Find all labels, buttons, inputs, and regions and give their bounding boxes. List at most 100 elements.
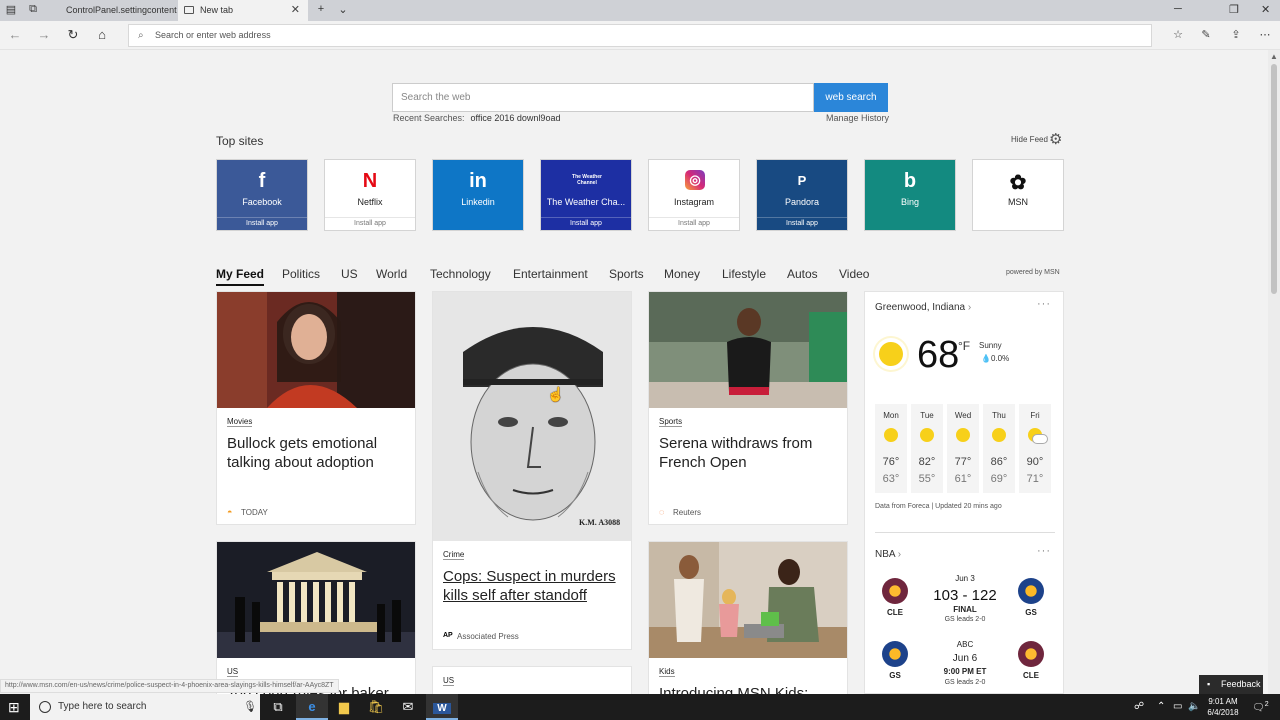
nba-title[interactable]: NBA ›	[875, 549, 901, 560]
maximize-icon[interactable]: ❐	[1229, 3, 1239, 16]
web-search-input[interactable]: Search the web	[392, 83, 814, 112]
system-clock[interactable]: 9:01 AM 6/4/2018	[1200, 696, 1246, 718]
article-headline[interactable]: Serena withdraws from French Open	[659, 434, 839, 472]
file-explorer-icon[interactable]: ▆	[328, 694, 360, 720]
web-search-button[interactable]: web search	[814, 83, 888, 112]
article-headline[interactable]: Bullock gets emotional talking about ado…	[227, 434, 407, 472]
edge-icon[interactable]: e	[296, 694, 328, 720]
store-icon[interactable]: 🛍	[360, 694, 392, 720]
people-icon[interactable]: ☍	[1134, 701, 1144, 712]
temperature-unit[interactable]: °F	[958, 339, 970, 353]
install-app-link[interactable]: Install app	[649, 217, 739, 232]
chevron-up-icon[interactable]: ⌃	[1157, 701, 1165, 712]
tab-controlpanel[interactable]: ControlPanel.settingcontent	[44, 0, 178, 21]
top-site-facebook[interactable]: f Facebook Install app	[216, 159, 308, 231]
more-icon[interactable]: ⋯	[1258, 28, 1272, 41]
top-site-linkedin[interactable]: in Linkedin	[432, 159, 524, 231]
more-options-icon[interactable]: ···	[1037, 545, 1051, 557]
scroll-up-icon[interactable]: ▲	[1270, 52, 1278, 61]
article-category[interactable]: US	[227, 667, 239, 677]
article-category[interactable]: Kids	[659, 667, 675, 677]
tab-sports[interactable]: Sports	[609, 267, 644, 281]
game-score[interactable]: 103 - 122	[925, 587, 1005, 604]
install-app-link[interactable]: Install app	[757, 217, 847, 232]
forecast-day[interactable]: Mon 76° 63°	[875, 404, 907, 493]
refresh-icon[interactable]: ↻	[65, 27, 81, 43]
article-headline[interactable]: Introducing MSN Kids:	[659, 684, 839, 694]
top-site-netflix[interactable]: N Netflix Install app	[324, 159, 416, 231]
page-scrollbar[interactable]: ▲	[1268, 50, 1280, 694]
weather-footer[interactable]: Data from Foreca | Updated 20 mins ago	[875, 503, 1002, 510]
pen-icon[interactable]: ✎	[1199, 28, 1213, 41]
top-site-pandora[interactable]: P Pandora Install app	[756, 159, 848, 231]
tab-autos[interactable]: Autos	[787, 267, 818, 281]
home-icon[interactable]: ⌂	[94, 27, 110, 42]
microphone-icon[interactable]: 🎙	[243, 694, 257, 720]
recent-search-link[interactable]: office 2016 downl9oad	[471, 113, 561, 123]
news-card[interactable]: Kids Introducing MSN Kids:	[648, 541, 848, 694]
tab-my-feed[interactable]: My Feed	[216, 267, 265, 286]
close-tab-icon[interactable]: ✕	[291, 0, 300, 21]
task-view-icon[interactable]: ⧉	[262, 694, 294, 720]
tab-politics[interactable]: Politics	[282, 267, 320, 281]
address-input[interactable]: ⌕ Search or enter web address	[128, 24, 1152, 47]
recent-searches: Recent Searches: office 2016 downl9oad	[393, 113, 560, 123]
install-app-link[interactable]: Install app	[217, 217, 307, 232]
forecast-day[interactable]: Tue 82° 55°	[911, 404, 943, 493]
forecast-day[interactable]: Fri 90° 71°	[1019, 404, 1051, 493]
news-card[interactable]: Sports Serena withdraws from French Open…	[648, 291, 848, 525]
low-temp: 55°	[918, 473, 936, 485]
game-date[interactable]: Jun 6	[925, 653, 1005, 664]
windows-start-icon[interactable]: ⊞	[8, 699, 20, 716]
article-category[interactable]: Sports	[659, 417, 683, 427]
chevron-down-icon[interactable]: ⌄	[336, 3, 350, 16]
back-icon[interactable]: ←	[7, 27, 23, 42]
install-app-link[interactable]: Install app	[325, 217, 415, 232]
tab-video[interactable]: Video	[839, 267, 869, 281]
forecast-day[interactable]: Wed 77° 61°	[947, 404, 979, 493]
more-options-icon[interactable]: ···	[1037, 298, 1051, 310]
tab-new-tab[interactable]: New tab ✕	[178, 0, 308, 21]
top-site-msn[interactable]: ✿ MSN	[972, 159, 1064, 231]
scroll-thumb[interactable]	[1271, 64, 1277, 294]
close-window-icon[interactable]: ✕	[1261, 3, 1270, 16]
news-card[interactable]: Movies Bullock gets emotional talking ab…	[216, 291, 416, 525]
share-icon[interactable]: ⇪	[1229, 28, 1243, 41]
minimize-icon[interactable]: ─	[1174, 3, 1182, 15]
article-category[interactable]: Crime	[443, 550, 465, 560]
article-category[interactable]: Movies	[227, 417, 253, 427]
news-card[interactable]: K.M. A3088 Crime Cops: Suspect in murder…	[432, 291, 632, 650]
tab-world[interactable]: World	[376, 267, 407, 281]
top-site-bing[interactable]: b Bing	[864, 159, 956, 231]
tab-technology[interactable]: Technology	[430, 267, 491, 281]
volume-icon[interactable]: 🔈	[1188, 701, 1200, 712]
article-headline[interactable]: Cops: Suspect in murders kills self afte…	[443, 567, 623, 605]
feedback-button[interactable]: ▪ Feedback	[1199, 675, 1263, 694]
top-site-instagram[interactable]: ◎ Instagram Install app	[648, 159, 740, 231]
article-category[interactable]: US	[443, 676, 455, 686]
news-card[interactable]: US	[432, 666, 632, 694]
tab-us[interactable]: US	[341, 267, 358, 281]
weather-location[interactable]: Greenwood, Indiana ›	[875, 302, 971, 313]
tab-preview-icon[interactable]: ▤	[4, 3, 18, 16]
set-aside-tabs-icon[interactable]: ⧉	[26, 3, 40, 16]
tab-entertainment[interactable]: Entertainment	[513, 267, 588, 281]
favorites-icon[interactable]: ☆	[1171, 28, 1185, 41]
top-site-weather-channel[interactable]: The Weather Channel The Weather Cha... I…	[540, 159, 632, 231]
tile-name: Bing	[900, 197, 919, 207]
network-icon[interactable]: ▭	[1173, 701, 1182, 712]
hide-feed-link[interactable]: Hide Feed	[1011, 135, 1048, 144]
gear-icon[interactable]: ⚙	[1049, 130, 1062, 148]
taskbar-search-input[interactable]: Type here to search 🎙	[30, 694, 260, 720]
notifications-icon[interactable]: 🗨2	[1252, 701, 1269, 713]
plus-icon[interactable]: +	[314, 3, 328, 15]
tab-lifestyle[interactable]: Lifestyle	[722, 267, 766, 281]
word-icon[interactable]: W	[426, 694, 458, 720]
news-card[interactable]: US Top court rules for baker	[216, 541, 416, 694]
install-app-link[interactable]: Install app	[541, 217, 631, 232]
manage-history-link[interactable]: Manage History	[826, 113, 889, 123]
forward-icon[interactable]: →	[36, 27, 52, 42]
forecast-day[interactable]: Thu 86° 69°	[983, 404, 1015, 493]
mail-icon[interactable]: ✉	[392, 694, 424, 720]
tab-money[interactable]: Money	[664, 267, 700, 281]
